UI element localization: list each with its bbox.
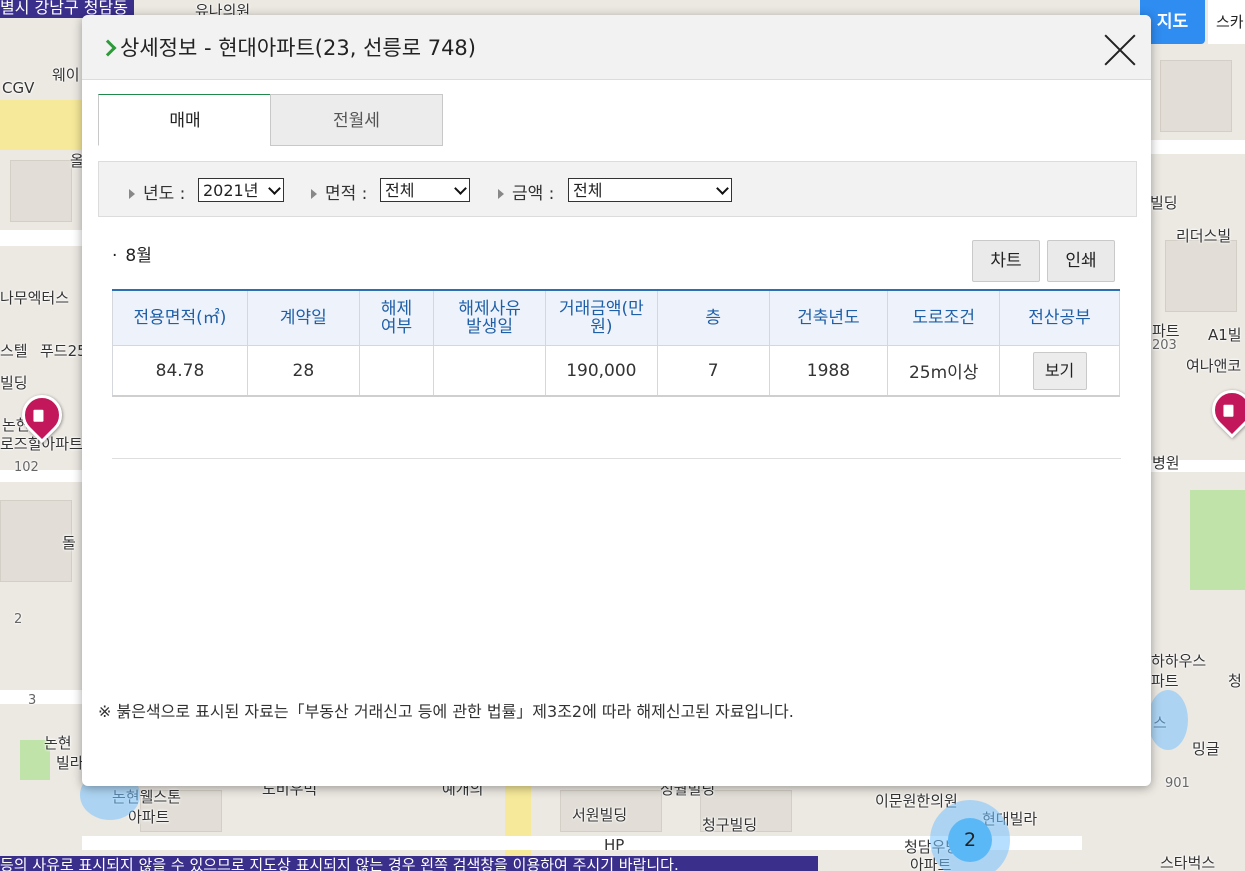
- footnote: ※ 붉은색으로 표시된 자료는「부동산 거래신고 등에 관한 법률」제3조2에 …: [98, 702, 794, 721]
- map-label: HP: [604, 836, 625, 854]
- map-label: 2: [14, 612, 23, 627]
- col-header-contract-day: 계약일: [246, 289, 360, 346]
- cell-cancel: [358, 345, 435, 397]
- cell-cancel-date: [433, 345, 546, 397]
- map-road: [0, 690, 82, 704]
- tab-rent[interactable]: 전월세: [270, 94, 443, 146]
- cluster-marker[interactable]: [1148, 690, 1188, 750]
- month-heading: 8월: [112, 241, 151, 266]
- modal-header: 상세정보 - 현대아파트(23, 선릉로 748): [82, 15, 1151, 80]
- cell-floor: 7: [656, 345, 770, 397]
- cell-road: 25m이상: [887, 345, 1001, 397]
- map-label: 빌딩: [0, 374, 28, 392]
- map-label: 청구빌딩: [702, 816, 758, 834]
- map-block: [1160, 60, 1232, 132]
- map-road: [0, 470, 82, 482]
- map-label: CGV: [2, 79, 35, 97]
- col-header-built-year: 건축년도: [768, 289, 889, 346]
- map-label: 병원: [1152, 454, 1180, 472]
- skyview-button[interactable]: 스카: [1208, 0, 1245, 44]
- cell-contract-day: 28: [246, 345, 360, 397]
- cell-document: 보기: [999, 345, 1120, 397]
- map-label: 돌: [62, 534, 76, 552]
- col-header-price: 거래금액(만 원): [544, 289, 658, 346]
- map-label: 논현: [44, 734, 72, 752]
- modal-title-text: 상세정보 - 현대아파트(23, 선릉로 748): [120, 36, 476, 60]
- filter-bar: 년도 : 2021년 면적 : 전체 금액 : 전체: [98, 161, 1137, 217]
- table-header-row: 전용면적(㎡) 계약일 해제 여부 해제사유 발생일 거래금액(만 원) 층 건…: [112, 289, 1120, 346]
- col-header-road: 도로조건: [887, 289, 1001, 346]
- detail-modal: 상세정보 - 현대아파트(23, 선릉로 748) 매매 전월세 년도 : 20…: [82, 15, 1151, 786]
- map-label: 102: [14, 460, 39, 475]
- tab-sale[interactable]: 매매: [98, 94, 272, 146]
- map-label: 청: [1228, 672, 1242, 690]
- chevron-down-icon: [268, 182, 281, 195]
- map-road: [0, 230, 82, 246]
- col-header-cancel: 해제 여부: [358, 289, 435, 346]
- view-document-button[interactable]: 보기: [1032, 351, 1087, 390]
- col-header-floor: 층: [656, 289, 770, 346]
- cell-area: 84.78: [112, 345, 248, 397]
- map-label: 스텔: [0, 342, 28, 360]
- map-label: 웨이: [52, 66, 80, 84]
- map-block: [10, 160, 72, 222]
- chevron-right-icon: [99, 39, 117, 57]
- map-road: [1151, 140, 1245, 154]
- map-label: 파트: [1151, 672, 1179, 690]
- price-select[interactable]: 전체: [568, 178, 732, 202]
- map-label: 901: [1165, 776, 1190, 791]
- area-select-value: 전체: [385, 181, 415, 200]
- price-filter-label: 금액 :: [498, 179, 554, 204]
- transaction-table: 전용면적(㎡) 계약일 해제 여부 해제사유 발생일 거래금액(만 원) 층 건…: [112, 289, 1120, 397]
- modal-title: 상세정보 - 현대아파트(23, 선릉로 748): [99, 32, 476, 62]
- map-label: 스타벅스: [1160, 854, 1216, 871]
- chevron-down-icon: [716, 182, 729, 195]
- divider: [112, 458, 1121, 459]
- cluster-count: 2: [948, 818, 992, 862]
- map-label: A1빌: [1208, 326, 1242, 344]
- map-label: 여나앤코: [1186, 357, 1242, 375]
- col-header-area: 전용면적(㎡): [112, 289, 248, 346]
- chevron-down-icon: [454, 182, 467, 195]
- map-block: [1165, 240, 1237, 312]
- year-select-value: 2021년: [203, 181, 259, 200]
- year-filter-label: 년도 :: [129, 179, 185, 204]
- map-label: 빌딩: [1150, 194, 1178, 212]
- map-label: 푸드25: [40, 342, 87, 360]
- map-label: 하하우스: [1151, 652, 1207, 670]
- col-header-cancel-date: 해제사유 발생일: [433, 289, 546, 346]
- map-label: 리더스빌: [1176, 227, 1232, 245]
- map-label: 나무엑터스: [0, 289, 70, 307]
- apartment-marker-icon[interactable]: [1203, 381, 1245, 439]
- map-label: 3: [28, 693, 37, 708]
- table-row: 84.78 28 190,000 7 1988 25m이상 보기: [112, 345, 1120, 397]
- close-icon[interactable]: [1103, 33, 1137, 67]
- year-select[interactable]: 2021년: [198, 178, 284, 202]
- col-header-document: 전산공부: [999, 289, 1120, 346]
- area-select[interactable]: 전체: [380, 178, 470, 202]
- map-label: 빌라: [56, 754, 84, 772]
- map-label: 서원빌딩: [572, 806, 628, 824]
- cell-built-year: 1988: [768, 345, 889, 397]
- price-select-value: 전체: [573, 181, 603, 200]
- cluster-marker[interactable]: 2: [930, 800, 1010, 871]
- map-park: [1190, 490, 1245, 590]
- cell-price: 190,000: [544, 345, 658, 397]
- area-filter-label: 면적 :: [311, 179, 367, 204]
- map-label: 203: [1152, 338, 1177, 353]
- chart-button[interactable]: 차트: [972, 240, 1040, 282]
- print-button[interactable]: 인쇄: [1047, 240, 1115, 282]
- map-notice: 등의 사유로 표시되지 않을 수 있으므로 지도상 표시되지 않는 경우 왼쪽 …: [0, 856, 818, 871]
- map-label: 밍글: [1192, 740, 1220, 758]
